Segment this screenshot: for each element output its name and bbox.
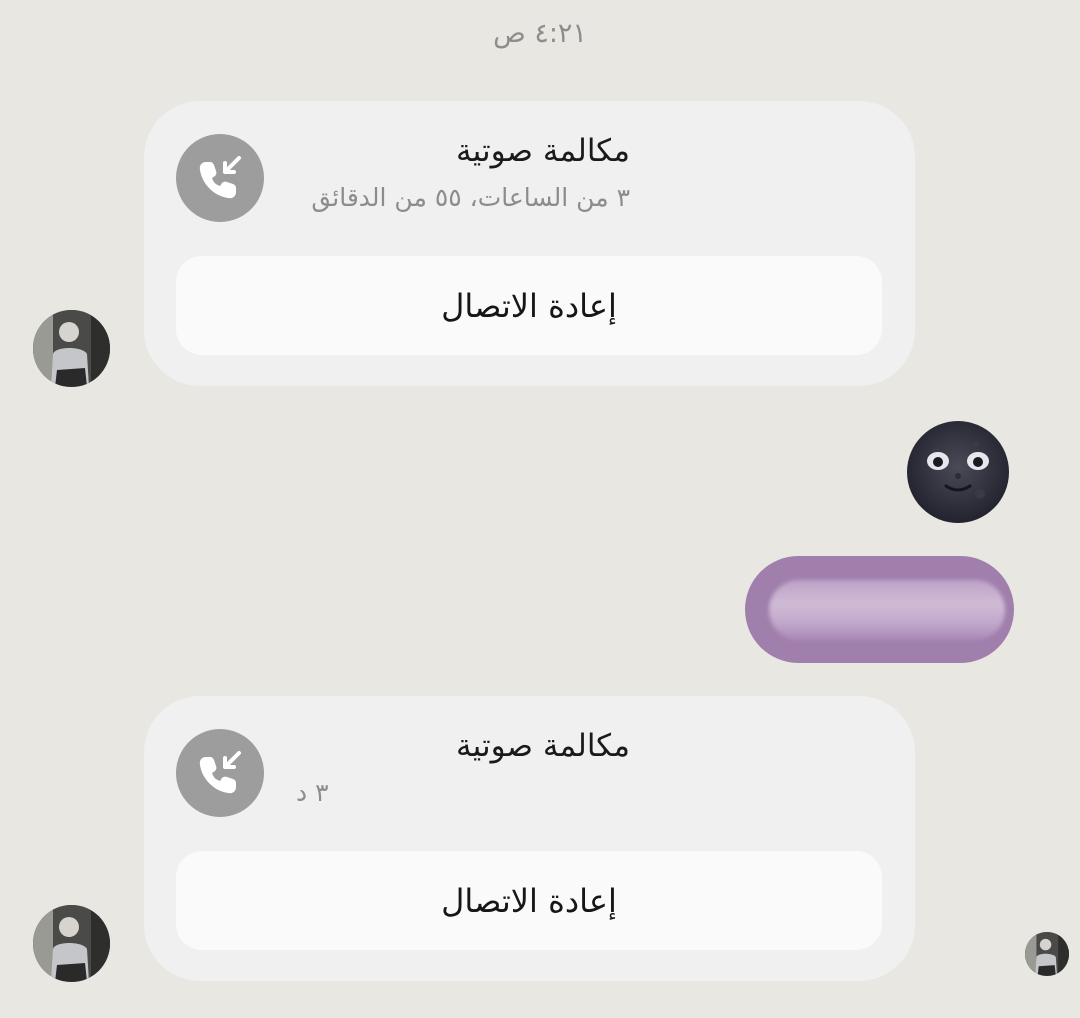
incoming-call-icon: [176, 729, 264, 817]
sent-message-bubble[interactable]: [745, 556, 1014, 663]
call-duration: ٣ د: [296, 778, 329, 807]
new-moon-face-emoji[interactable]: [906, 420, 1010, 524]
read-receipt-avatar: [1025, 932, 1069, 976]
message-timestamp: ٤:٢١ ص: [493, 18, 587, 49]
blurred-message-content: [769, 580, 1005, 640]
incoming-call-icon: [176, 134, 264, 222]
contact-avatar[interactable]: [33, 905, 110, 982]
callback-button[interactable]: إعادة الاتصال: [176, 256, 882, 355]
contact-avatar[interactable]: [33, 310, 110, 387]
voice-call-card[interactable]: مكالمة صوتية ٣ من الساعات، ٥٥ من الدقائق…: [144, 101, 915, 386]
callback-button[interactable]: إعادة الاتصال: [176, 851, 882, 950]
call-duration: ٣ من الساعات، ٥٥ من الدقائق: [311, 183, 630, 212]
voice-call-card[interactable]: مكالمة صوتية ٣ د إعادة الاتصال: [144, 696, 915, 981]
call-type-label: مكالمة صوتية: [456, 728, 630, 764]
call-type-label: مكالمة صوتية: [456, 133, 630, 169]
